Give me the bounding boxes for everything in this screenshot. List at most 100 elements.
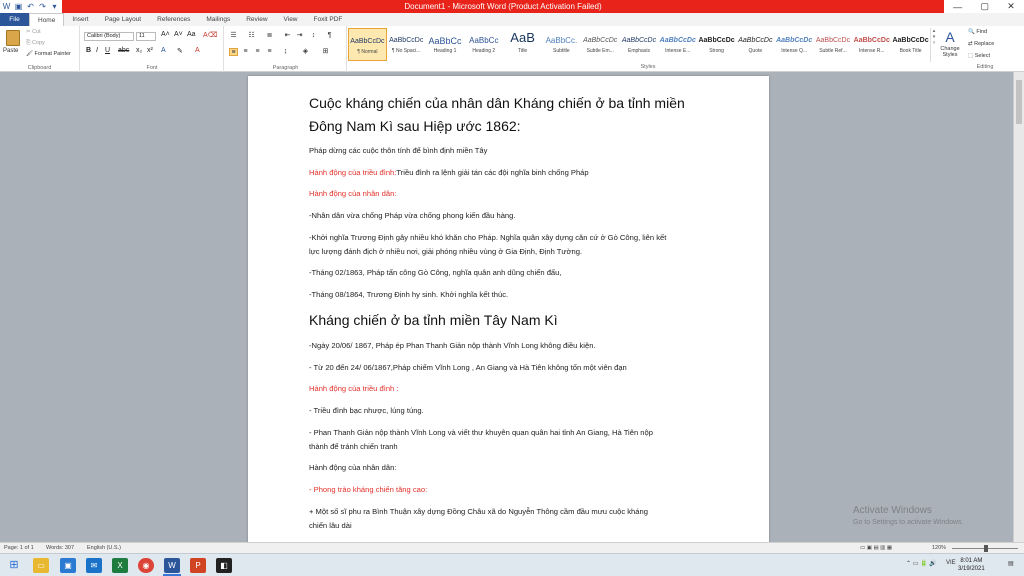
cut-button[interactable]: ✂ Cut <box>26 29 41 35</box>
undo-icon[interactable]: ↶ <box>26 2 35 11</box>
paragraph-1: Pháp dừng các cuộc thôn tính để bình địn… <box>309 146 488 155</box>
align-center-icon[interactable]: ≡ <box>241 48 250 56</box>
numbering-icon[interactable]: ☷ <box>247 32 256 40</box>
tab-foxit-pdf[interactable]: Foxit PDF <box>306 13 351 26</box>
italic-icon[interactable]: I <box>96 47 98 54</box>
underline-icon[interactable]: U <box>105 47 110 54</box>
subscript-icon[interactable]: x₂ <box>136 47 142 54</box>
increase-indent-icon[interactable]: ⇥ <box>295 32 304 40</box>
copy-button[interactable]: ⎘ Copy <box>26 40 45 47</box>
watermark-line-2: Go to Settings to activate Windows. <box>853 519 964 526</box>
style-name: Strong <box>709 48 724 54</box>
bold-icon[interactable]: B <box>86 47 91 54</box>
maximize-button[interactable]: ▢ <box>980 1 989 12</box>
tab-references[interactable]: References <box>149 13 198 26</box>
document-page[interactable]: Cuộc kháng chiến của nhân dân Kháng chiế… <box>248 76 769 546</box>
chrome-icon[interactable]: ◉ <box>138 558 154 573</box>
style-heading-2[interactable]: AaBbCc Heading 2 <box>464 28 503 61</box>
superscript-icon[interactable]: x² <box>147 47 153 54</box>
paste-button[interactable]: Paste <box>3 48 18 54</box>
paste-icon[interactable] <box>6 30 20 46</box>
style-title[interactable]: AaB Title <box>503 28 542 61</box>
align-right-icon[interactable]: ≡ <box>253 48 262 56</box>
store-icon[interactable]: ▣ <box>60 558 76 573</box>
powerpoint-icon[interactable]: P <box>190 558 206 573</box>
style-no-spacing[interactable]: AaBbCcDc ¶ No Spaci... <box>387 28 426 61</box>
align-left-icon[interactable]: ≡ <box>229 48 238 56</box>
styles-scroll[interactable]: ▴ ▾ ▿ <box>930 28 937 62</box>
style-subtle-emphasis[interactable]: AaBbCcDc Subtle Em... <box>581 28 620 61</box>
word-taskbar-icon[interactable]: W <box>164 558 180 573</box>
multilevel-list-icon[interactable]: ≣ <box>265 32 274 40</box>
tray-icons[interactable]: ⌃ ▭ 🔋 🔊 <box>906 560 937 567</box>
strikethrough-icon[interactable]: abc <box>118 47 129 54</box>
shrink-font-icon[interactable]: A˅ <box>174 31 183 38</box>
scrollbar-thumb[interactable] <box>1016 80 1022 124</box>
style-subtitle[interactable]: AaBbCc. Subtitle <box>542 28 581 61</box>
word-app-icon[interactable]: W <box>2 2 11 11</box>
view-buttons[interactable]: ▭ ▣ ▤ ▥ ▦ <box>860 545 892 551</box>
tab-file[interactable]: File <box>0 13 29 26</box>
mail-icon[interactable]: ✉ <box>86 558 102 573</box>
paragraph-6: -Tháng 02/1863, Pháp tấn công Gò Công, n… <box>309 268 562 277</box>
bullets-icon[interactable]: ☰ <box>229 32 238 40</box>
style-quote[interactable]: AaBbCcDc Quote <box>736 28 775 61</box>
title-bar: W ▣ ↶ ↷ ▾ Document1 - Microsoft Word (Pr… <box>0 0 1024 13</box>
tab-insert[interactable]: Insert <box>64 13 96 26</box>
vertical-scrollbar[interactable] <box>1013 72 1024 542</box>
close-button[interactable]: ✕ <box>1007 1 1015 12</box>
style-emphasis[interactable]: AaBbCcDc Emphasis <box>620 28 659 61</box>
paragraph-3: Hành động của nhân dân: <box>309 189 397 198</box>
change-styles-button[interactable]: A Change Styles <box>938 28 962 68</box>
style-intense-emphasis[interactable]: AaBbCcDc Intense E... <box>658 28 697 61</box>
line-spacing-icon[interactable]: ↨ <box>281 48 290 56</box>
highlight-icon[interactable]: ✎ <box>177 47 183 55</box>
minimize-button[interactable]: — <box>953 2 962 12</box>
windows-start-icon[interactable]: ⊞ <box>6 558 22 573</box>
app-icon[interactable]: ◧ <box>216 558 232 573</box>
change-case-icon[interactable]: Aa <box>187 31 196 38</box>
font-family-select[interactable]: Calibri (Body) <box>84 32 134 41</box>
save-icon[interactable]: ▣ <box>14 2 23 11</box>
page-count[interactable]: Page: 1 of 1 <box>4 545 34 551</box>
system-clock[interactable]: 8:01 AM 3/19/2021 <box>958 557 985 573</box>
style-heading-1[interactable]: AaBbCc Heading 1 <box>426 28 465 61</box>
font-color-icon[interactable]: A <box>195 47 200 54</box>
redo-icon[interactable]: ↷ <box>38 2 47 11</box>
show-formatting-icon[interactable]: ¶ <box>325 32 334 40</box>
input-language[interactable]: VIE <box>946 560 956 566</box>
clear-formatting-icon[interactable]: A⌫ <box>203 31 218 39</box>
tab-page-layout[interactable]: Page Layout <box>97 13 150 26</box>
zoom-level[interactable]: 120% <box>932 545 946 551</box>
file-explorer-icon[interactable]: ▭ <box>33 558 49 573</box>
word-count[interactable]: Words: 307 <box>46 545 74 551</box>
style-normal[interactable]: AaBbCcDc ¶ Normal <box>348 28 387 61</box>
shading-icon[interactable]: ◈ <box>301 48 310 56</box>
zoom-slider-knob[interactable] <box>984 545 988 552</box>
tab-mailings[interactable]: Mailings <box>198 13 238 26</box>
style-subtle-reference[interactable]: AaBbCcDc Subtle Ref... <box>814 28 853 61</box>
sort-icon[interactable]: ↕ <box>309 32 318 40</box>
replace-button[interactable]: ⇄ Replace <box>968 41 994 47</box>
style-intense-reference[interactable]: AaBbCcDc Intense R... <box>852 28 891 61</box>
grow-font-icon[interactable]: A˄ <box>161 31 170 38</box>
tab-review[interactable]: Review <box>238 13 275 26</box>
tab-view[interactable]: View <box>276 13 306 26</box>
format-painter-button[interactable]: 🖌 Format Painter <box>26 51 71 57</box>
tab-home[interactable]: Home <box>29 13 65 26</box>
style-intense-quote[interactable]: AaBbCcDc Intense Q... <box>775 28 814 61</box>
font-size-select[interactable]: 11 <box>136 32 156 41</box>
customize-qat-icon[interactable]: ▾ <box>50 2 59 11</box>
select-button[interactable]: ⬚ Select <box>968 53 990 59</box>
find-button[interactable]: 🔍 Find <box>968 29 987 35</box>
language-indicator[interactable]: English (U.S.) <box>87 545 121 551</box>
style-book-title[interactable]: AaBbCcDc Book Title <box>891 28 930 61</box>
borders-icon[interactable]: ⊞ <box>321 48 330 56</box>
excel-icon[interactable]: X <box>112 558 128 573</box>
paragraph-12-line-1: - Phan Thanh Giản nộp thành Vĩnh Long và… <box>309 428 653 437</box>
justify-icon[interactable]: ≡ <box>265 48 274 56</box>
text-effects-icon[interactable]: A <box>161 47 166 54</box>
style-strong[interactable]: AaBbCcDc Strong <box>697 28 736 61</box>
decrease-indent-icon[interactable]: ⇤ <box>283 32 292 40</box>
notifications-icon[interactable]: ▤ <box>1008 560 1014 567</box>
